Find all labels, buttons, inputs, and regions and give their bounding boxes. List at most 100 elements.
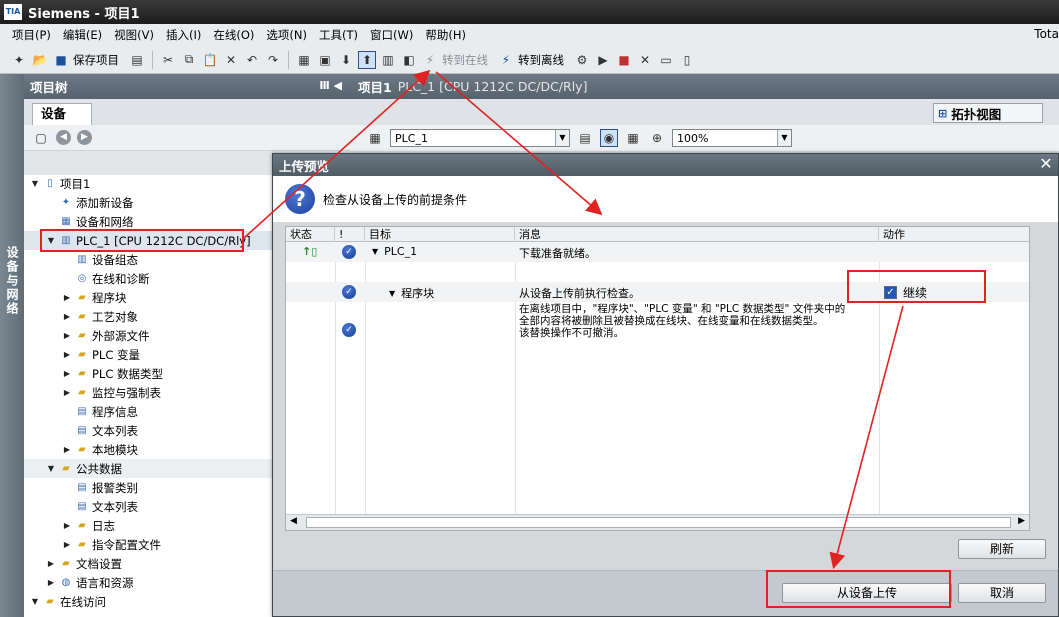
- back-icon[interactable]: ◀: [56, 130, 71, 145]
- expand-triangle-icon[interactable]: ▶: [62, 331, 72, 340]
- hardware-icon[interactable]: ▣: [316, 51, 334, 69]
- table-row[interactable]: ✓ ▼ 程序块 从设备上传前执行检查。 ✓ 继续: [286, 282, 1029, 302]
- cancel-button[interactable]: 取消: [958, 583, 1046, 603]
- menu-insert[interactable]: 插入(I): [160, 27, 207, 43]
- tree-item[interactable]: ▼ ▰ 在线访问: [24, 592, 272, 611]
- tree-item[interactable]: ▼ ▯ 项目1: [24, 174, 272, 193]
- expand-triangle-icon[interactable]: ▼: [372, 247, 378, 256]
- compile-icon[interactable]: ▦: [295, 51, 313, 69]
- go-offline-button[interactable]: 转到离线: [518, 52, 564, 68]
- tree-item[interactable]: ▶ ▰ 日志: [24, 516, 272, 535]
- collapse-triangle-icon[interactable]: ▼: [46, 236, 56, 245]
- start-cpu-icon[interactable]: ▶: [594, 51, 612, 69]
- menu-edit[interactable]: 编辑(E): [57, 27, 108, 43]
- menu-window[interactable]: 窗口(W): [364, 27, 419, 43]
- save-project-button[interactable]: 保存项目: [73, 52, 119, 68]
- new-item-icon[interactable]: ▢: [32, 129, 50, 147]
- scroll-right-icon[interactable]: ▶: [1018, 516, 1025, 526]
- expand-triangle-icon[interactable]: ▶: [62, 445, 72, 454]
- stop-icon[interactable]: ◧: [400, 51, 418, 69]
- collapse-triangle-icon[interactable]: ▼: [30, 597, 40, 606]
- expand-triangle-icon[interactable]: ▼: [389, 289, 395, 298]
- go-online-icon[interactable]: ⚡: [421, 51, 439, 69]
- tree-item[interactable]: ▦ 设备和网络: [24, 212, 272, 231]
- collapse-triangle-icon[interactable]: ▼: [46, 464, 56, 473]
- close-icon[interactable]: ✕: [1037, 155, 1055, 173]
- menu-project[interactable]: 项目(P): [6, 27, 57, 43]
- expand-triangle-icon[interactable]: ▶: [62, 388, 72, 397]
- tree-item[interactable]: ▶ ▰ 指令配置文件: [24, 535, 272, 554]
- tree-item[interactable]: ▶ ▰ 外部源文件: [24, 326, 272, 345]
- collapse-triangle-icon[interactable]: ▼: [30, 179, 40, 188]
- menu-tools[interactable]: 工具(T): [313, 27, 364, 43]
- portal-side-tab[interactable]: 设备与网络: [0, 74, 24, 617]
- print-icon[interactable]: ▤: [128, 51, 146, 69]
- upload-from-device-button[interactable]: 从设备上传: [782, 583, 952, 603]
- expand-triangle-icon[interactable]: ▶: [62, 540, 72, 549]
- go-online-button[interactable]: 转到在线: [442, 52, 488, 68]
- go-offline-icon[interactable]: ⚡: [497, 51, 515, 69]
- table-row[interactable]: ↑▯ ✓ ▼ PLC_1 下载准备就绪。: [286, 242, 1029, 262]
- simulate-icon[interactable]: ▥: [379, 51, 397, 69]
- accessible-devices-icon[interactable]: ⚙: [573, 51, 591, 69]
- tree-item[interactable]: ▶ ▰ 工艺对象: [24, 307, 272, 326]
- undo-icon[interactable]: ↶: [243, 51, 261, 69]
- topology-view-tab[interactable]: ⊞ 拓扑视图: [933, 103, 1043, 123]
- table-row[interactable]: ✓ 在离线项目中，"程序块"、"PLC 变量" 和 "PLC 数据类型" 文件夹…: [286, 302, 1029, 344]
- zoom-in-icon[interactable]: ⊕: [648, 129, 666, 147]
- tree-item[interactable]: ▶ ▰ 监控与强制表: [24, 383, 272, 402]
- open-project-icon[interactable]: 📂: [31, 51, 49, 69]
- tree-item[interactable]: ◎ 在线和诊断: [24, 269, 272, 288]
- download-icon[interactable]: ⬇: [337, 51, 355, 69]
- forward-icon[interactable]: ▶: [77, 130, 92, 145]
- split-horizontal-icon[interactable]: ▭: [657, 51, 675, 69]
- menu-online[interactable]: 在线(O): [207, 27, 260, 43]
- tree-item[interactable]: ▼ ▰ 公共数据: [24, 459, 272, 478]
- menu-options[interactable]: 选项(N): [260, 27, 313, 43]
- tree-item[interactable]: ▶ ▰ PLC 数据类型: [24, 364, 272, 383]
- scrollbar-thumb[interactable]: [306, 517, 1011, 528]
- cut-icon[interactable]: ✂: [159, 51, 177, 69]
- save-icon[interactable]: ■: [52, 51, 70, 69]
- upload-from-device-icon[interactable]: ⬆: [358, 50, 376, 69]
- copy-icon[interactable]: ⧉: [180, 51, 198, 69]
- tree-item[interactable]: ▤ 文本列表: [24, 421, 272, 440]
- continue-checkbox[interactable]: ✓ 继续: [884, 284, 927, 301]
- device-select[interactable]: PLC_1 ▼: [390, 129, 570, 147]
- stop-cpu-icon[interactable]: ■: [615, 51, 633, 69]
- horizontal-scrollbar[interactable]: ◀ ▶: [286, 514, 1029, 530]
- expand-triangle-icon[interactable]: ▶: [62, 293, 72, 302]
- tree-item[interactable]: ▤ 报警类别: [24, 478, 272, 497]
- tree-item[interactable]: ▼ ▥ PLC_1 [CPU 1212C DC/DC/Rly]: [24, 231, 272, 250]
- expand-triangle-icon[interactable]: ▶: [62, 521, 72, 530]
- checkbox-checked-icon[interactable]: ✓: [884, 286, 897, 299]
- col-bang[interactable]: !: [335, 227, 365, 242]
- col-status[interactable]: 状态: [286, 227, 335, 242]
- view-icon[interactable]: ◉: [600, 129, 618, 147]
- expand-triangle-icon[interactable]: ▶: [46, 578, 56, 587]
- col-target[interactable]: 目标: [365, 227, 515, 242]
- tree-item[interactable]: ▶ ◍ 语言和资源: [24, 573, 272, 592]
- tree-item[interactable]: ▶ ▰ 文档设置: [24, 554, 272, 573]
- redo-icon[interactable]: ↷: [264, 51, 282, 69]
- paste-icon[interactable]: 📋: [201, 51, 219, 69]
- tree-item[interactable]: ✦ 添加新设备: [24, 193, 272, 212]
- grid-icon[interactable]: ▦: [624, 129, 642, 147]
- menu-help[interactable]: 帮助(H): [419, 27, 472, 43]
- menu-view[interactable]: 视图(V): [108, 27, 160, 43]
- col-message[interactable]: 消息: [515, 227, 879, 242]
- tree-item[interactable]: ▶ ▰ PLC 变量: [24, 345, 272, 364]
- properties-icon[interactable]: ▤: [576, 129, 594, 147]
- tree-item[interactable]: ▤ 程序信息: [24, 402, 272, 421]
- refresh-button[interactable]: 刷新: [958, 539, 1046, 559]
- tree-item[interactable]: ▶ ▰ 程序块: [24, 288, 272, 307]
- close-editor-icon[interactable]: ✕: [636, 51, 654, 69]
- delete-icon[interactable]: ✕: [222, 51, 240, 69]
- expand-triangle-icon[interactable]: ▶: [62, 350, 72, 359]
- new-project-icon[interactable]: ✦: [10, 51, 28, 69]
- expand-triangle-icon[interactable]: ▶: [62, 369, 72, 378]
- scroll-left-icon[interactable]: ◀: [290, 516, 297, 526]
- col-action[interactable]: 动作: [879, 227, 1029, 242]
- collapse-panel-icon[interactable]: Ⅲ ◀: [319, 79, 342, 92]
- tree-item[interactable]: ▤ 文本列表: [24, 497, 272, 516]
